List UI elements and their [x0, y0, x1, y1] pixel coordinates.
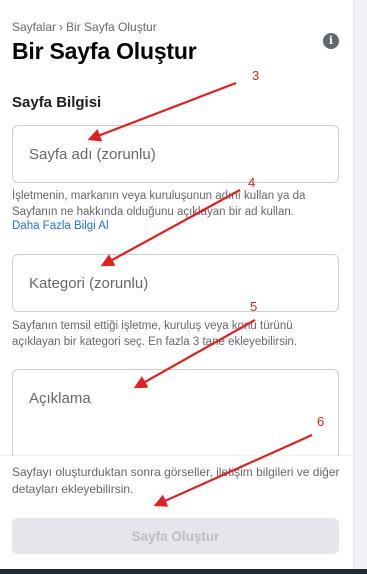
- arrow-3: [87, 81, 237, 142]
- arrow-5: [133, 319, 256, 389]
- annotation-label-3: 3: [252, 68, 260, 83]
- annotation-label-5: 5: [250, 299, 258, 314]
- arrow-4: [100, 189, 241, 267]
- annotation-label-4: 4: [248, 175, 256, 190]
- arrow-6: [153, 433, 313, 507]
- bottom-bar: [0, 569, 367, 574]
- annotation-arrows: [87, 81, 313, 507]
- annotation-label-6: 6: [317, 414, 325, 429]
